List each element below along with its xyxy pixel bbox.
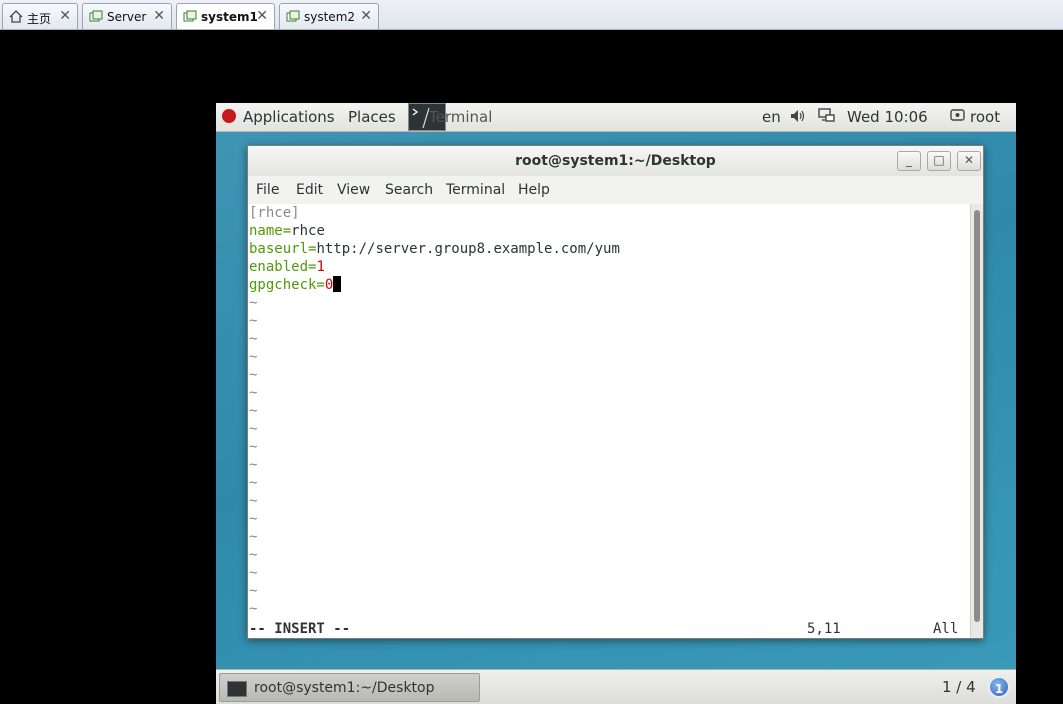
vm-icon — [183, 10, 197, 22]
terminal-window[interactable]: root@system1:~/Desktop _ □ ✕ File Edit V… — [247, 145, 984, 639]
clock[interactable]: Wed 10:06 — [847, 108, 928, 126]
repo-key: enabled= — [249, 259, 317, 275]
tab-label: system1 — [201, 10, 258, 24]
tab-label: Server — [107, 10, 147, 24]
repo-enabled-line: enabled=1 — [249, 258, 325, 276]
vim-empty-line-tilde: ~ — [249, 439, 258, 455]
redhat-logo-icon — [222, 109, 236, 123]
repo-value: 1 — [316, 259, 325, 275]
tab-server[interactable]: Server ✕ — [82, 3, 172, 29]
menu-help[interactable]: Help — [518, 182, 550, 198]
vim-empty-line-tilde: ~ — [249, 565, 258, 581]
user-icon[interactable] — [950, 109, 965, 122]
taskbar-terminal-button[interactable]: root@system1:~/Desktop — [219, 673, 480, 702]
vim-empty-line-tilde: ~ — [249, 601, 258, 617]
vim-empty-line-tilde: ~ — [249, 295, 258, 311]
vim-empty-line-tilde: ~ — [249, 421, 258, 437]
taskbar-label: root@system1:~/Desktop — [254, 680, 435, 696]
workspace-indicator[interactable]: 1 / 4 — [942, 678, 976, 696]
vim-empty-line-tilde: ~ — [249, 547, 258, 563]
close-icon[interactable]: ✕ — [256, 8, 268, 24]
repo-value: rhce — [291, 223, 325, 239]
vim-empty-line-tilde: ~ — [249, 493, 258, 509]
menu-edit[interactable]: Edit — [296, 182, 323, 198]
repo-key: baseurl= — [249, 241, 317, 257]
vim-empty-line-tilde: ~ — [249, 403, 258, 419]
scroll-indicator: All — [933, 621, 959, 637]
vim-empty-line-tilde: ~ — [249, 331, 258, 347]
guest-desktop[interactable]: Applications Places Terminal en Wed 10:0… — [216, 103, 1016, 704]
notification-badge[interactable]: 1 — [988, 676, 1010, 698]
minimize-button[interactable]: _ — [897, 151, 921, 171]
terminal-icon — [227, 681, 247, 697]
vertical-scrollbar[interactable] — [970, 204, 983, 638]
menu-view[interactable]: View — [337, 182, 370, 198]
repo-value: http://server.group8.example.com/yum — [316, 241, 620, 257]
menu-bar: File Edit View Search Terminal Help — [248, 176, 983, 204]
repo-value: 0 — [324, 277, 334, 293]
tab-home[interactable]: 主页 ✕ — [2, 3, 78, 29]
repo-name-line: name=rhce — [249, 222, 325, 240]
tab-label: 主页 — [27, 12, 52, 26]
vim-empty-line-tilde: ~ — [249, 457, 258, 473]
menu-file[interactable]: File — [256, 182, 279, 198]
vim-empty-line-tilde: ~ — [249, 367, 258, 383]
vim-empty-line-tilde: ~ — [249, 313, 258, 329]
places-menu[interactable]: Places — [348, 108, 396, 126]
vim-empty-line-tilde: ~ — [249, 529, 258, 545]
vim-empty-line-tilde: ~ — [249, 511, 258, 527]
bottom-panel: root@system1:~/Desktop 1 / 4 1 — [216, 669, 1016, 704]
vim-empty-line-tilde: ~ — [249, 475, 258, 491]
cursor-position: 5,11 — [807, 621, 841, 637]
close-button[interactable]: ✕ — [957, 151, 981, 171]
menu-terminal[interactable]: Terminal — [446, 182, 505, 198]
tab-system2[interactable]: system2 ✕ — [279, 3, 379, 29]
repo-key: gpgcheck= — [249, 277, 325, 293]
applications-menu[interactable]: Applications — [243, 108, 335, 126]
repo-baseurl-line: baseurl=http://server.group8.example.com… — [249, 240, 620, 258]
scrollbar-thumb[interactable] — [974, 210, 980, 622]
vm-tab-bar: 主页 ✕ Server ✕ system1 ✕ system2 ✕ — [0, 0, 1063, 30]
window-title[interactable]: root@system1:~/Desktop — [248, 146, 983, 176]
repo-section-line: [rhce] — [249, 205, 300, 221]
top-panel: Applications Places Terminal en Wed 10:0… — [216, 103, 1016, 132]
user-menu[interactable]: root — [970, 108, 1000, 126]
active-app-name[interactable]: Terminal — [429, 108, 492, 126]
vm-icon — [89, 10, 103, 22]
repo-gpgcheck-line: gpgcheck=0 — [249, 276, 342, 294]
input-language[interactable]: en — [762, 108, 781, 126]
repo-key: name= — [249, 223, 292, 239]
tab-label: system2 — [304, 10, 356, 24]
vm-icon — [286, 10, 300, 22]
close-icon[interactable]: ✕ — [360, 8, 372, 24]
vim-mode-indicator: -- INSERT -- — [249, 621, 351, 637]
menu-search[interactable]: Search — [385, 182, 433, 198]
volume-icon[interactable] — [790, 109, 806, 123]
text-cursor — [333, 276, 342, 292]
close-icon[interactable]: ✕ — [153, 8, 165, 24]
network-icon[interactable] — [818, 108, 836, 124]
tab-system1[interactable]: system1 ✕ — [176, 3, 275, 29]
home-icon — [9, 10, 23, 23]
vim-empty-line-tilde: ~ — [249, 349, 258, 365]
close-icon[interactable]: ✕ — [59, 8, 71, 24]
vim-empty-line-tilde: ~ — [249, 583, 258, 599]
maximize-button[interactable]: □ — [927, 151, 951, 171]
terminal-text-area[interactable]: [rhce] name=rhce baseurl=http://server.g… — [248, 204, 970, 638]
vim-empty-line-tilde: ~ — [249, 385, 258, 401]
